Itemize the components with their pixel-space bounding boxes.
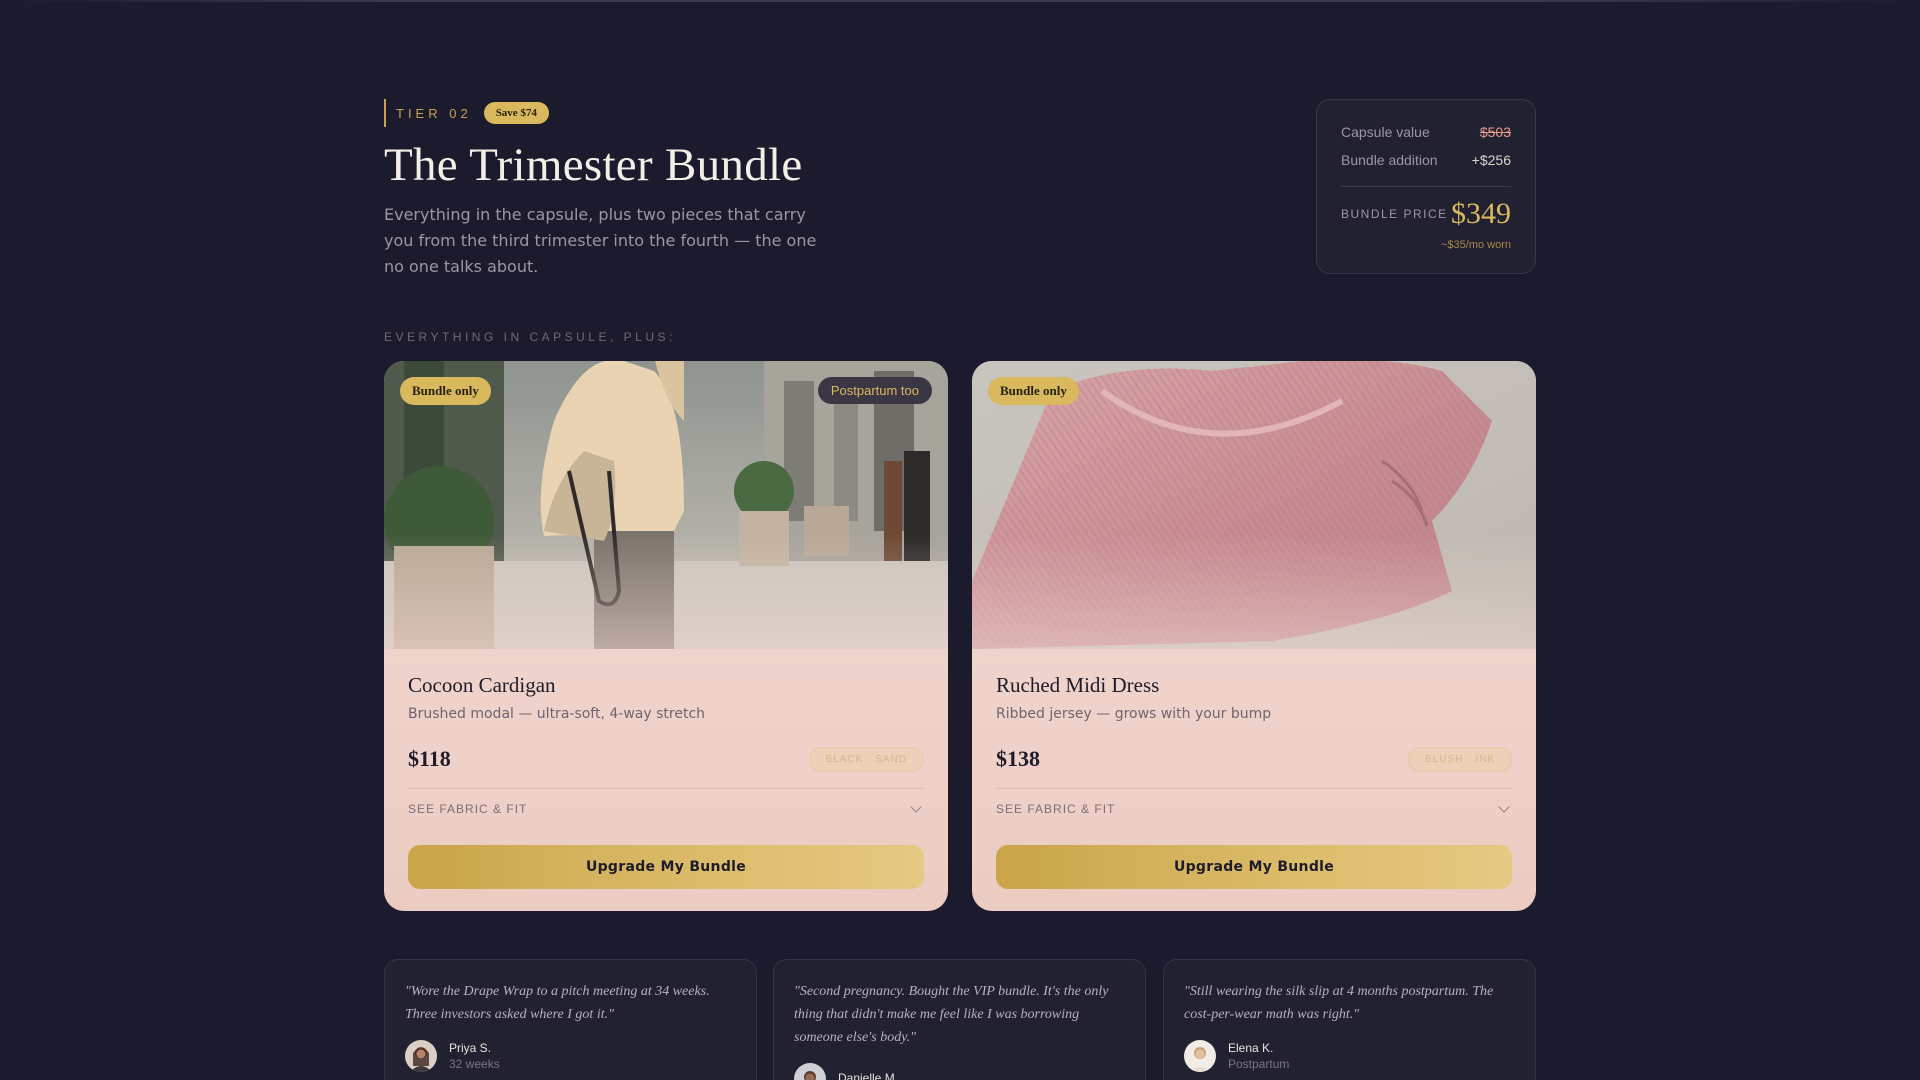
price-summary: Capsule value $503 Bundle addition +$256… bbox=[1316, 99, 1536, 274]
fabric-fit-label: SEE FABRIC & FIT bbox=[996, 802, 1116, 816]
upgrade-bundle-button[interactable]: Upgrade My Bundle bbox=[996, 845, 1512, 889]
capsule-value-row: Capsule value $503 bbox=[1341, 124, 1511, 152]
chevron-down-icon bbox=[910, 801, 922, 813]
color-pill[interactable]: BLACK · SAND bbox=[808, 746, 924, 772]
product-price: $138 bbox=[996, 746, 1040, 771]
testimonial-quote: "Second pregnancy. Bought the VIP bundle… bbox=[794, 984, 1109, 1045]
color-pill[interactable]: BLUSH · INK bbox=[1408, 746, 1512, 772]
testimonial-author: Priya S. 32 weeks bbox=[405, 1040, 736, 1072]
testimonial-quote: "Wore the Drape Wrap to a pitch meeting … bbox=[405, 984, 710, 1022]
avatar bbox=[405, 1040, 437, 1072]
product-card-dress: Bundle only Ruched Midi Dress Ribbed jer… bbox=[972, 361, 1536, 911]
testimonial-author: Elena K. Postpartum bbox=[1184, 1040, 1515, 1072]
card-body: Ruched Midi Dress Ribbed jersey — grows … bbox=[996, 673, 1512, 889]
save-badge: Save $74 bbox=[483, 102, 549, 124]
bundle-addition-label: Bundle addition bbox=[1341, 152, 1438, 168]
section-label: EVERYTHING IN CAPSULE, PLUS: bbox=[384, 330, 676, 344]
bundle-addition-row: Bundle addition +$256 bbox=[1341, 152, 1511, 180]
avatar bbox=[1184, 1040, 1216, 1072]
product-image-dress: Bundle only bbox=[972, 361, 1536, 649]
testimonial-card: "Wore the Drape Wrap to a pitch meeting … bbox=[384, 959, 757, 1080]
bundle-only-badge: Bundle only bbox=[988, 377, 1079, 405]
product-description: Ribbed jersey — grows with your bump bbox=[996, 706, 1272, 722]
product-description: Brushed modal — ultra-soft, 4-way stretc… bbox=[408, 706, 706, 722]
bundle-price-row: BUNDLE PRICE $349 bbox=[1341, 195, 1511, 233]
author-name: Danielle M. bbox=[838, 1071, 899, 1080]
author-meta: 32 weeks bbox=[449, 1057, 500, 1071]
bundle-price: $349 bbox=[1451, 197, 1511, 230]
bundle-only-badge: Bundle only bbox=[400, 377, 491, 405]
capsule-value-amount: $503 bbox=[1479, 124, 1511, 140]
upgrade-bundle-button[interactable]: Upgrade My Bundle bbox=[408, 845, 924, 889]
card-divider bbox=[408, 788, 924, 789]
tier-label: TIER 02 bbox=[396, 105, 472, 121]
product-name: Ruched Midi Dress bbox=[996, 673, 1160, 697]
per-month-note: ~$35/mo worn bbox=[1440, 239, 1511, 251]
top-divider bbox=[0, 0, 1920, 2]
card-body: Cocoon Cardigan Brushed modal — ultra-so… bbox=[408, 673, 924, 889]
product-name: Cocoon Cardigan bbox=[408, 673, 556, 697]
price-row: $138 BLUSH · INK bbox=[996, 744, 1512, 774]
tier-accent-bar bbox=[384, 99, 386, 127]
price-row: $118 BLACK · SAND bbox=[408, 744, 924, 774]
card-divider bbox=[996, 788, 1512, 789]
product-card-cardigan: Bundle only Postpartum too Cocoon Cardig… bbox=[384, 361, 948, 911]
testimonial-author: Danielle M. bbox=[794, 1063, 1125, 1080]
price-divider bbox=[1341, 186, 1511, 187]
bundle-price-label: BUNDLE PRICE bbox=[1341, 207, 1448, 221]
page-subtitle: Everything in the capsule, plus two piec… bbox=[384, 205, 817, 276]
postpartum-badge: Postpartum too bbox=[817, 377, 932, 404]
author-name: Priya S. bbox=[449, 1041, 492, 1055]
avatar bbox=[794, 1063, 826, 1080]
fabric-fit-toggle[interactable]: SEE FABRIC & FIT bbox=[408, 799, 924, 819]
author-name: Elena K. bbox=[1228, 1041, 1274, 1055]
product-price: $118 bbox=[408, 746, 451, 771]
chevron-down-icon bbox=[1498, 801, 1510, 813]
capsule-value-label: Capsule value bbox=[1341, 124, 1430, 140]
bundle-addition-amount: +$256 bbox=[1471, 152, 1511, 168]
testimonial-quote: "Still wearing the silk slip at 4 months… bbox=[1184, 984, 1494, 1022]
testimonial-card: "Still wearing the silk slip at 4 months… bbox=[1163, 959, 1536, 1080]
fabric-fit-label: SEE FABRIC & FIT bbox=[408, 802, 528, 816]
fabric-fit-toggle[interactable]: SEE FABRIC & FIT bbox=[996, 799, 1512, 819]
product-image-cardigan: Bundle only Postpartum too bbox=[384, 361, 948, 649]
testimonial-card: "Second pregnancy. Bought the VIP bundle… bbox=[773, 959, 1146, 1080]
author-meta: Postpartum bbox=[1228, 1057, 1290, 1071]
